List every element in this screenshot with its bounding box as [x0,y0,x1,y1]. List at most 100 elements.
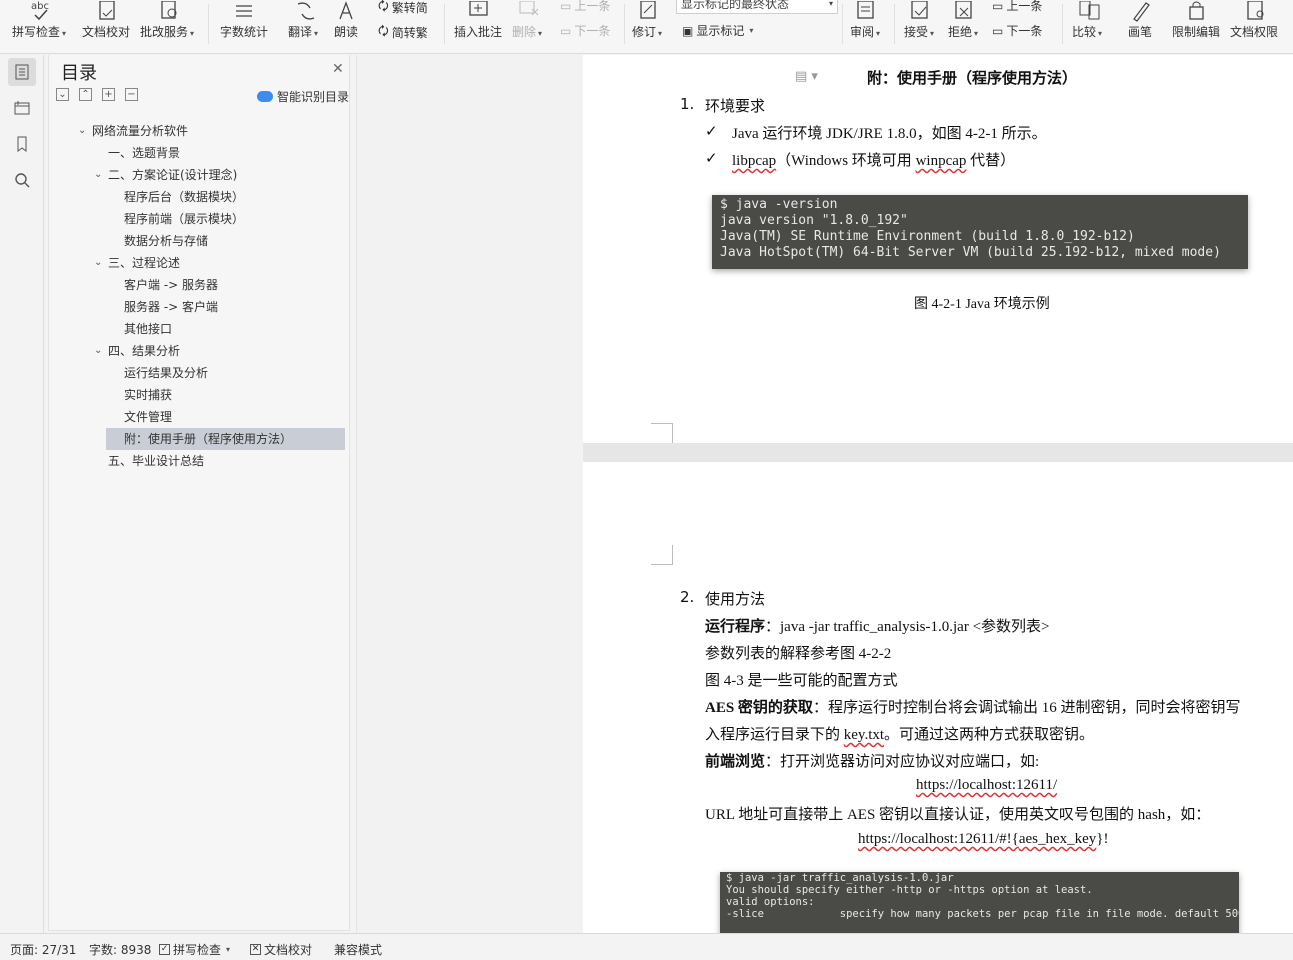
paragraph-format-icon[interactable]: ▤ ▾ [795,69,818,84]
expand-up-icon[interactable]: ⌃ [79,88,92,101]
pen-icon [1129,0,1153,24]
toc-item[interactable]: 实时捕获 [124,384,172,406]
reject-button[interactable]: 拒绝 ▾ [946,0,982,54]
remove-heading-icon[interactable]: − [125,88,138,101]
search-icon[interactable] [8,166,36,194]
toc-toolbar: ⌄ ⌃ + − [56,88,138,101]
toc-item-label: 程序后台（数据模块） [124,190,245,204]
restrict-edit-label: 限制编辑 [1172,25,1221,39]
toc-title: 目录 [61,63,97,84]
toc-item[interactable]: ⌄ 三、过程论述 [94,252,180,274]
toc-item[interactable]: 一、选题背景 [108,142,180,164]
smart-recognize-button[interactable]: 智能识别目录 [257,88,349,105]
toc-item[interactable]: 附：使用手册（程序使用方法） [124,428,292,450]
page-indicator[interactable]: 页面: 27/31 [10,941,76,958]
accept-button[interactable]: 接受 ▾ [902,0,938,54]
next-change-button[interactable]: ▭ 下一条 [992,22,1042,39]
status-bar: 页面: 27/31 字数: 8938 ✓ 拼写检查 ▾ ✕ 文档校对 兼容模式 [0,933,1293,960]
chevron-down-icon[interactable]: ⌄ [94,252,102,274]
next-comment-button[interactable]: ▭ 下一条 [560,22,610,39]
delete-comment-button[interactable]: 删除 ▾ [512,0,546,54]
status-spell-check[interactable]: ✓ 拼写检查 ▾ [159,941,230,958]
example-url-1[interactable]: https://localhost:12611/ [916,777,1057,794]
spell-error-winpcap: winpcap [915,153,967,169]
spell-error-libpcap: libpcap [732,153,777,169]
chapter-nav-icon[interactable] [8,94,36,122]
prev-change-button[interactable]: ▭ 上一条 [992,0,1042,14]
proof-icon: ✕ [250,944,261,955]
url-note: URL 地址可直接带上 AES 密钥以直接认证，使用英文叹号包围的 hash，如… [705,807,1211,823]
toc-item[interactable]: 程序后台（数据模块） [124,186,244,208]
restrict-edit-button[interactable]: 限制编辑 [1172,0,1222,54]
bookmark-icon[interactable] [8,130,36,158]
simp-to-trad-button[interactable]: 🗘 简转繁 [378,22,428,43]
toc-item[interactable]: 文件管理 [124,406,172,428]
page-indicator-text: 页面: 27/31 [10,943,77,957]
next-comment-label: 下一条 [574,24,611,38]
review-button[interactable]: 审阅 ▾ [848,0,884,54]
toc-item[interactable]: 服务器 -> 客户端 [124,296,218,318]
smart-recognize-icon [257,91,273,102]
compare-button[interactable]: 比较 ▾ [1072,0,1108,54]
toc-item[interactable]: 数据分析与存储 [124,230,208,252]
trad-to-simp-button[interactable]: 🗘 繁转简 [378,0,428,18]
bullet-libpcap-text: （Windows 环境可用 [776,153,916,169]
toc-item[interactable]: 其他接口 [124,318,172,340]
word-count-button[interactable]: 字数统计 [218,0,270,54]
toc-item-label: 客户端 -> 服务器 [124,278,219,292]
add-heading-icon[interactable]: + [102,88,115,101]
chevron-down-icon[interactable]: ⌄ [94,164,102,186]
terminal-line: Java(TM) SE Runtime Environment (build 1… [720,229,1135,244]
toc-item-label: 数据分析与存储 [124,234,209,248]
chevron-down-icon[interactable]: ⌄ [94,340,102,362]
doc-proof-label: 文档校对 [82,25,131,39]
markup-state-select[interactable]: 显示标记的最终状态 ▾ [676,0,838,14]
checkbox-icon: ✓ [159,944,170,955]
chevron-down-icon[interactable]: ⌄ [78,120,86,142]
word-count-label: 字数统计 [220,25,269,39]
toc-item-label: 附：使用手册（程序使用方法） [124,432,293,446]
batch-service-button[interactable]: 批改服务 ▾ [140,0,198,54]
terminal-line: $ java -version [720,197,838,212]
revise-button[interactable]: 修订 ▾ [632,0,666,54]
translate-button[interactable]: 翻译 ▾ [288,0,324,54]
toc-item[interactable]: 运行结果及分析 [124,362,208,384]
doc-proof-button[interactable]: 文档校对 [82,0,132,54]
ribbon-divider [842,4,843,44]
toc-item[interactable]: 客户端 -> 服务器 [124,274,218,296]
toc-item[interactable]: ⌄ 网络流量分析软件 [78,120,188,142]
run-program-text: ：java -jar traffic_analysis-1.0.jar <参数列… [765,619,1050,635]
figure-caption-4-2-1: 图 4-2-1 Java 环境示例 [914,297,1050,312]
pen-button[interactable]: 画笔 [1126,0,1156,54]
example-url-2[interactable]: https://localhost:12611/#!{aes_hex_key}! [858,831,1108,848]
spell-check-icon: abc [29,0,53,24]
java-version-terminal-image: $ java -version java version "1.8.0_192" J… [712,195,1248,269]
doc-permission-button[interactable]: 文档权限 [1230,0,1282,54]
status-doc-proof[interactable]: ✕ 文档校对 [250,941,312,958]
collapse-all-icon[interactable]: ⌄ [56,88,69,101]
toc-item-label: 五、毕业设计总结 [108,454,205,468]
toc-item[interactable]: 五、毕业设计总结 [108,450,204,472]
toc-item[interactable]: ⌄ 二、方案论证(设计理念) [94,164,237,186]
read-aloud-button[interactable]: 朗读 [332,0,362,54]
toc-item[interactable]: 程序前端（展示模块） [124,208,244,230]
status-spell-check-label: 拼写检查 [173,943,222,957]
delete-label: 删除 [512,25,537,39]
document-page[interactable]: ▤ ▾ 附：使用手册（程序使用方法） 1. 环境要求 ✓ Java 运行环境 J… [583,55,1293,933]
toc-panel: 目录 ✕ ⌄ ⌃ + − 智能识别目录 ⌄ 网络流量分析软件 一、选题背景 ⌄ 二、方案… [46,55,355,933]
insert-comment-button[interactable]: 插入批注 [454,0,504,54]
show-markup-label: 显示标记 [696,24,745,38]
spell-error-aes-hex-key: aes_hex_key [1018,831,1097,847]
toc-item[interactable]: ⌄ 四、结果分析 [94,340,180,362]
section-1-title: 环境要求 [705,97,766,115]
show-markup-button[interactable]: ▣ 显示标记 ▾ [682,22,753,39]
prev-comment-button[interactable]: ▭ 上一条 [560,0,610,14]
bullet-java: Java 运行环境 JDK/JRE 1.8.0，如图 4-2-1 所示。 [732,126,1047,142]
simp-trad-icon: 🗘 [378,24,389,38]
spell-check-button[interactable]: abc 拼写检查 ▾ [12,0,70,54]
aes-key-label: AES 密钥的获取 [705,700,813,716]
terminal-line: valid options: [726,896,815,908]
word-count-indicator[interactable]: 字数: 8938 [89,941,151,958]
close-icon[interactable]: ✕ [332,61,344,77]
toc-panel-icon[interactable] [8,58,36,86]
